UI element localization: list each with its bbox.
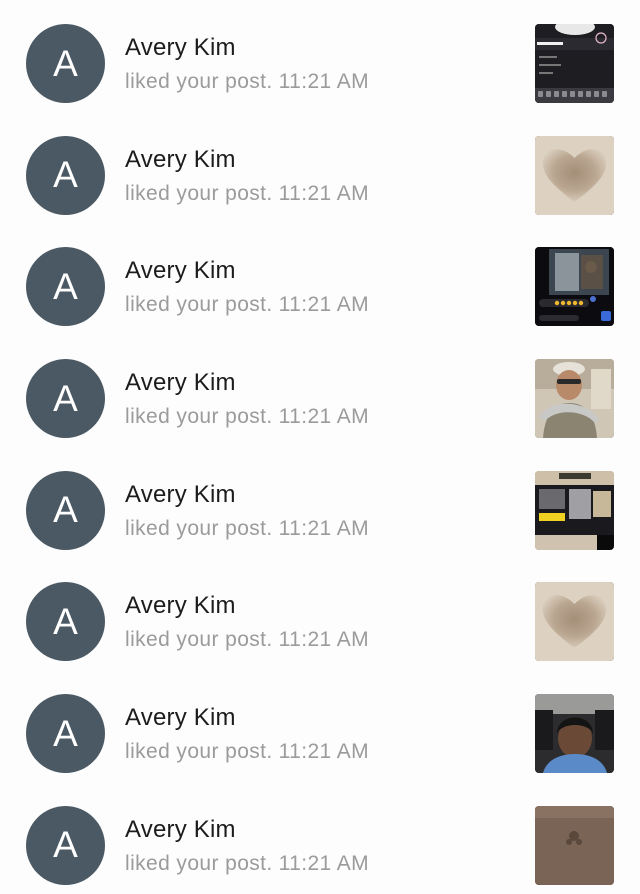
avatar-letter: A	[53, 824, 78, 866]
avatar-letter: A	[53, 489, 78, 531]
avatar[interactable]: A	[26, 135, 105, 215]
avatar[interactable]: A	[26, 694, 105, 774]
user-name[interactable]: Avery Kim	[125, 592, 236, 620]
avatar[interactable]: A	[26, 24, 105, 103]
avatar-letter: A	[53, 712, 78, 754]
post-thumbnail[interactable]	[535, 247, 614, 327]
timestamp: 11:21 AM	[278, 181, 370, 205]
notification-text: liked your post. 11:21 AM	[125, 70, 369, 94]
notification-text: liked your post. 11:21 AM	[125, 852, 369, 876]
user-name[interactable]: Avery Kim	[125, 704, 236, 732]
notification-text: liked your post. 11:21 AM	[125, 182, 369, 206]
notification-row[interactable]: A Avery Kim liked your post. 11:21 AM	[0, 670, 640, 782]
dark-screenshot-thumbnail	[535, 24, 614, 103]
user-name[interactable]: Avery Kim	[125, 481, 236, 509]
timestamp: 11:21 AM	[278, 405, 370, 429]
heart-thumbnail	[535, 135, 614, 215]
action-text: liked your post.	[125, 516, 273, 540]
avatar[interactable]: A	[26, 247, 105, 327]
notification-row[interactable]: A Avery Kim liked your post. 11:21 AM	[0, 782, 640, 894]
user-name[interactable]: Avery Kim	[125, 369, 236, 397]
avatar[interactable]: A	[26, 582, 105, 662]
avatar[interactable]: A	[26, 359, 105, 439]
timestamp: 11:21 AM	[278, 740, 370, 764]
post-thumbnail[interactable]	[535, 582, 614, 662]
video-call-thumbnail	[535, 247, 614, 327]
post-thumbnail[interactable]	[535, 24, 614, 103]
notification-row[interactable]: A Avery Kim liked your post. 11:21 AM	[0, 335, 640, 447]
action-text: liked your post.	[125, 293, 273, 317]
notification-row[interactable]: A Avery Kim liked your post. 11:21 AM	[0, 447, 640, 559]
notification-text: liked your post. 11:21 AM	[125, 517, 369, 541]
car-selfie-thumbnail	[535, 694, 614, 774]
person-photo-thumbnail	[535, 359, 614, 439]
action-text: liked your post.	[125, 851, 273, 875]
action-text: liked your post.	[125, 740, 273, 764]
user-name[interactable]: Avery Kim	[125, 816, 236, 844]
timestamp: 11:21 AM	[278, 851, 370, 875]
post-thumbnail[interactable]	[535, 805, 614, 885]
action-text: liked your post.	[125, 70, 273, 93]
notification-list: A Avery Kim liked your post. 11:21 AM A …	[0, 0, 640, 894]
notification-row[interactable]: A Avery Kim liked your post. 11:21 AM	[0, 558, 640, 670]
action-text: liked your post.	[125, 628, 273, 652]
user-name[interactable]: Avery Kim	[125, 146, 236, 174]
brown-photo-thumbnail	[535, 805, 614, 885]
user-name[interactable]: Avery Kim	[125, 257, 236, 285]
avatar-letter: A	[53, 600, 78, 642]
timestamp: 11:21 AM	[278, 70, 370, 93]
action-text: liked your post.	[125, 405, 273, 429]
timestamp: 11:21 AM	[278, 516, 370, 540]
avatar-letter: A	[53, 377, 78, 419]
notification-text: liked your post. 11:21 AM	[125, 628, 369, 652]
timestamp: 11:21 AM	[278, 293, 370, 317]
action-text: liked your post.	[125, 181, 273, 205]
notification-row[interactable]: A Avery Kim liked your post. 11:21 AM	[0, 0, 640, 112]
notification-text: liked your post. 11:21 AM	[125, 293, 369, 317]
notification-row[interactable]: A Avery Kim liked your post. 11:21 AM	[0, 112, 640, 224]
post-thumbnail[interactable]	[535, 694, 614, 774]
avatar[interactable]: A	[26, 470, 105, 550]
post-thumbnail[interactable]	[535, 135, 614, 215]
timestamp: 11:21 AM	[278, 628, 370, 652]
avatar[interactable]: A	[26, 805, 105, 885]
notification-text: liked your post. 11:21 AM	[125, 740, 369, 764]
heart-thumbnail	[535, 582, 614, 662]
collage-thumbnail	[535, 470, 614, 550]
avatar-letter: A	[53, 154, 78, 196]
avatar-letter: A	[53, 265, 78, 307]
post-thumbnail[interactable]	[535, 359, 614, 439]
notification-row[interactable]: A Avery Kim liked your post. 11:21 AM	[0, 223, 640, 335]
notification-text: liked your post. 11:21 AM	[125, 405, 369, 429]
post-thumbnail[interactable]	[535, 470, 614, 550]
avatar-letter: A	[53, 42, 78, 84]
user-name[interactable]: Avery Kim	[125, 34, 236, 62]
